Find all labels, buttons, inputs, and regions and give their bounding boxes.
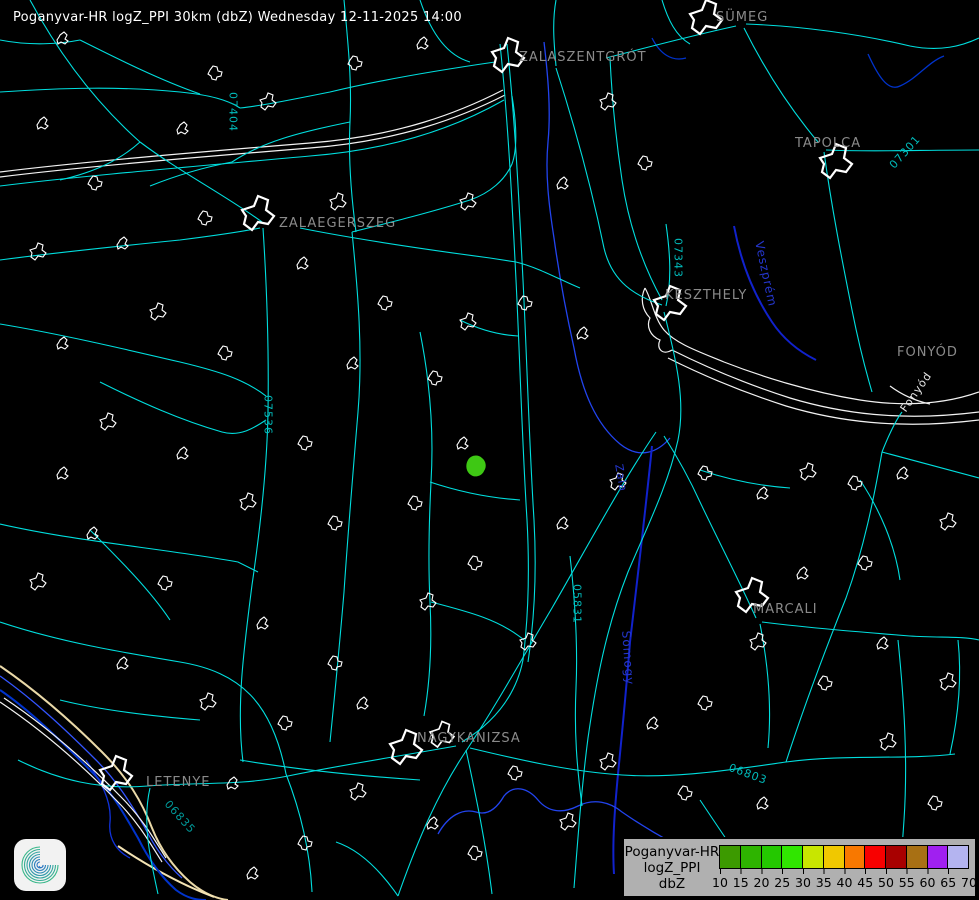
legend-scale: 10152025303540455055606570 — [720, 839, 975, 896]
city-label-fonyod: FONYÓD — [897, 345, 958, 360]
village-outlines — [30, 0, 956, 879]
legend-swatches — [720, 845, 969, 869]
legend-swatch — [740, 845, 762, 869]
radar-map — [0, 0, 979, 900]
city-label-nagykanizsa: NAGYKANIZSA — [417, 731, 521, 746]
city-label-marcali: MARCALI — [753, 602, 818, 617]
spiral-icon — [18, 843, 62, 887]
legend-tick-label: 30 — [795, 875, 811, 890]
legend-title-line2: logZ_PPI — [644, 860, 701, 876]
city-label-keszthely: KESZTHELY — [665, 288, 747, 303]
city-label-tapolca: TAPOLCA — [795, 136, 861, 151]
legend-tick-label: 55 — [899, 875, 915, 890]
road-label-07536: 07536 — [262, 395, 275, 435]
legend-swatch — [844, 845, 866, 869]
road-network — [0, 0, 979, 896]
legend-swatch — [781, 845, 803, 869]
dbz-legend: Poganyvar-HR logZ_PPI dbZ 10 15 20 25 30 35 40… — [622, 837, 977, 898]
city-label-zalaegerszeg: ZALAEGERSZEG — [279, 216, 396, 231]
city-label-zalaszentgrot: ZALASZENTGRÓT — [519, 50, 647, 65]
legend-swatch — [927, 845, 949, 869]
road-label-07404: 07404 — [227, 92, 240, 132]
legend-swatch — [864, 845, 886, 869]
legend-tick-label: 20 — [754, 875, 770, 890]
radar-screen: Poganyvar-HR logZ_PPI 30km (dbZ) Wednesd… — [0, 0, 979, 900]
radar-title: Poganyvar-HR logZ_PPI 30km (dbZ) Wednesd… — [13, 10, 462, 25]
legend-swatch — [823, 845, 845, 869]
legend-swatch — [906, 845, 928, 869]
legend-tick-label: 40 — [837, 875, 853, 890]
road-label-07343: 07343 — [672, 238, 685, 278]
legend-title: Poganyvar-HR logZ_PPI dbZ — [624, 839, 720, 896]
legend-title-line3: dbZ — [659, 876, 685, 892]
legend-tick-label: 25 — [774, 875, 790, 890]
legend-title-line1: Poganyvar-HR — [625, 844, 720, 860]
city-label-sumeg: SÜMEG — [716, 10, 768, 25]
legend-tick-label: 10 — [712, 875, 728, 890]
legend-tick-label: 50 — [878, 875, 894, 890]
hungaromet-logo — [14, 839, 66, 891]
legend-tick-label: 65 — [940, 875, 956, 890]
legend-swatch — [719, 845, 741, 869]
legend-ticks: 10152025303540455055606570 — [720, 874, 969, 890]
legend-tick-label: 35 — [816, 875, 832, 890]
legend-swatch — [885, 845, 907, 869]
legend-tick-label: 70 — [961, 875, 977, 890]
legend-swatch — [947, 845, 969, 869]
legend-swatch — [761, 845, 783, 869]
legend-swatch — [802, 845, 824, 869]
road-label-05831: 05831 — [571, 584, 584, 624]
precipitation-echo — [466, 456, 485, 477]
legend-tick-label: 45 — [857, 875, 873, 890]
legend-tick-label: 15 — [733, 875, 749, 890]
city-label-letenye: LETENYE — [146, 775, 211, 790]
legend-tick-label: 60 — [920, 875, 936, 890]
